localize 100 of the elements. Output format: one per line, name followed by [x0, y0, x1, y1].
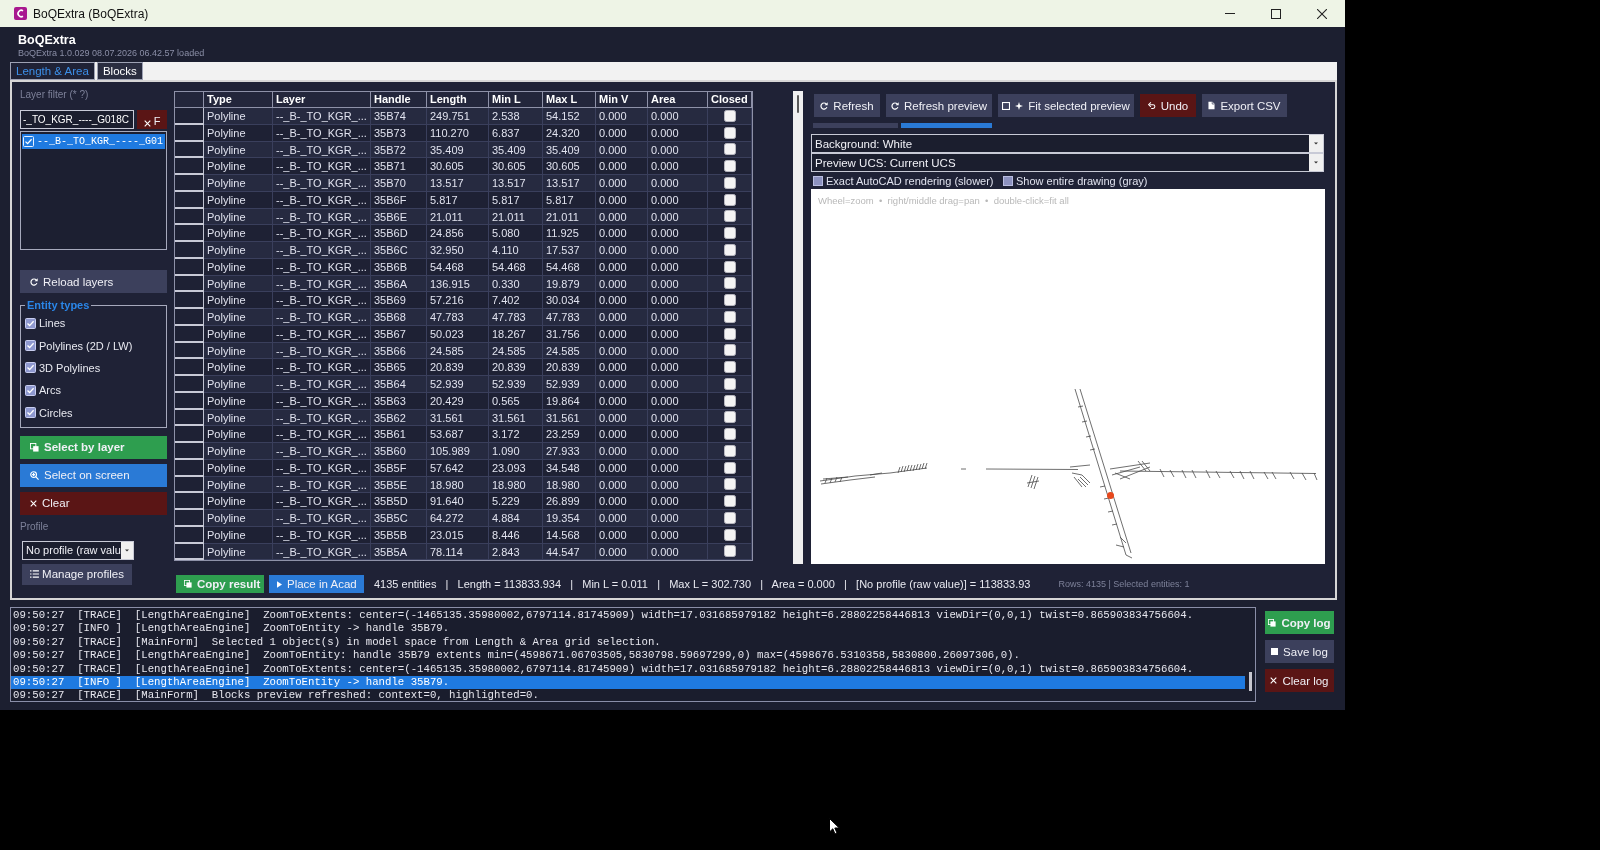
toolbar-button[interactable]: Export CSV: [1202, 94, 1287, 117]
table-cell: --_B-_TO_KGR_...: [273, 309, 371, 326]
background-dropdown[interactable]: Background: White: [811, 134, 1324, 153]
column-header[interactable]: Length: [427, 92, 489, 108]
row-header[interactable]: [175, 292, 204, 309]
scrollbar[interactable]: [793, 91, 803, 564]
table-cell: 35B5C: [371, 510, 427, 527]
close-icon: [1270, 677, 1278, 684]
checkbox[interactable]: [723, 227, 736, 240]
checkbox[interactable]: [723, 193, 736, 206]
log-line[interactable]: 09:50:27 [TRACE] [MainForm] Selected 1 object(s) in model space from Length & Area grid selection.: [11, 635, 1245, 650]
table-cell: 11.925: [543, 225, 596, 242]
checkbox[interactable]: [25, 317, 36, 329]
checkbox[interactable]: [723, 327, 736, 340]
checkbox[interactable]: [723, 143, 736, 156]
table-cell: 20.839: [543, 359, 596, 376]
table-cell: --_B-_TO_KGR_...: [273, 158, 371, 175]
log-line[interactable]: 09:50:27 [TRACE] [MainForm] Blocks preview refreshed: context=0, highlighted=0.: [11, 689, 1245, 703]
row-header[interactable]: [175, 426, 204, 443]
reload-layers-button[interactable]: Reload layers: [20, 270, 167, 293]
checkbox[interactable]: [723, 109, 736, 122]
column-header[interactable]: Min V: [596, 92, 648, 108]
row-header[interactable]: [175, 309, 204, 326]
layer-list-item[interactable]: --_B-_TO_KGR_----_G01: [22, 134, 165, 149]
column-header[interactable]: Max L: [543, 92, 596, 108]
tab[interactable]: Blocks: [96, 62, 143, 80]
tab[interactable]: Length & Area: [10, 62, 95, 80]
close-icon: [1317, 8, 1327, 19]
checkbox[interactable]: [25, 362, 36, 374]
toolbar-button[interactable]: Refresh: [814, 94, 880, 117]
row-header[interactable]: [175, 376, 204, 393]
column-header[interactable]: Handle: [371, 92, 427, 108]
checkbox[interactable]: [723, 160, 736, 173]
row-header[interactable]: [175, 510, 204, 527]
column-header[interactable]: Closed: [708, 92, 752, 108]
log-line[interactable]: 09:50:27 [TRACE] [LengthAreaEngine] ZoomToExtents: center=(-1465135.35980002,6797114.81745909) width=17.031685979182 height=6.28802258446813 viewDir=(0,0,1) twist=0.865903834756604.: [11, 609, 1245, 623]
column-header[interactable]: Layer: [273, 92, 371, 108]
checkbox[interactable]: [723, 394, 736, 407]
table-cell: 13.517: [489, 175, 543, 192]
row-header[interactable]: [175, 493, 204, 510]
checkbox[interactable]: [723, 377, 736, 390]
checkbox[interactable]: [723, 176, 736, 189]
column-header[interactable]: Area: [648, 92, 708, 108]
checkbox[interactable]: [723, 528, 736, 541]
checkbox[interactable]: [723, 545, 736, 558]
checkbox[interactable]: [723, 294, 736, 307]
checkbox[interactable]: [1003, 175, 1013, 186]
checkbox[interactable]: [25, 384, 36, 396]
table-cell: 47.783: [543, 309, 596, 326]
column-header[interactable]: Type: [204, 92, 273, 108]
checkbox[interactable]: [25, 407, 36, 419]
ucs-dropdown[interactable]: Preview UCS: Current UCS: [811, 153, 1324, 172]
checkbox[interactable]: [723, 411, 736, 424]
scrollbar-thumb[interactable]: [797, 95, 799, 113]
row-header[interactable]: [175, 158, 204, 175]
profile-dropdown[interactable]: No profile (raw valu: [22, 540, 134, 560]
scrollbar-thumb[interactable]: [1248, 672, 1252, 691]
column-header[interactable]: Min L: [489, 92, 543, 108]
checkbox[interactable]: [813, 175, 823, 186]
log-button[interactable]: Clear log: [1265, 669, 1334, 692]
row-header[interactable]: [175, 225, 204, 242]
toolbar-button[interactable]: Refresh preview: [886, 94, 992, 117]
row-header[interactable]: [175, 443, 204, 460]
layer-filter-field[interactable]: -_TO_KGR_----_G018C: [20, 110, 134, 129]
toolbar-button[interactable]: Fit selected preview: [998, 94, 1134, 117]
row-header[interactable]: [175, 242, 204, 259]
table-cell: 91.640: [427, 493, 489, 510]
checkbox[interactable]: [723, 344, 736, 357]
table-cell: Polyline: [204, 242, 273, 259]
checkbox[interactable]: [723, 126, 736, 139]
caret-down-icon: [1309, 154, 1323, 171]
manage-profiles-button[interactable]: Manage profiles: [22, 563, 132, 585]
log-line[interactable]: 09:50:27 [INFO ] [LengthAreaEngine] ZoomToEntity -> handle 35B79.: [11, 622, 1245, 636]
select-on-screen-button[interactable]: Select on screen: [20, 463, 167, 487]
row-header[interactable]: [175, 108, 204, 125]
checkbox[interactable]: [723, 511, 736, 524]
toolbar-button[interactable]: Undo: [1140, 94, 1196, 117]
checkbox[interactable]: [723, 461, 736, 474]
table-cell: Polyline: [204, 108, 273, 125]
checkbox[interactable]: [723, 361, 736, 374]
checkbox[interactable]: [723, 428, 736, 441]
result-button[interactable]: Place in Acad: [269, 575, 364, 593]
table-cell: 35B68: [371, 309, 427, 326]
checkbox[interactable]: [723, 310, 736, 323]
checkbox[interactable]: [723, 478, 736, 491]
checkbox[interactable]: [723, 277, 736, 290]
checkbox-label: Show entire drawing (gray): [1016, 174, 1148, 187]
checkbox[interactable]: [723, 495, 736, 508]
checkbox[interactable]: [723, 210, 736, 223]
clear-button[interactable]: Clear: [20, 491, 167, 515]
row-header[interactable]: [175, 359, 204, 376]
clear-filter-button[interactable]: F: [137, 110, 167, 129]
checkbox[interactable]: [25, 340, 36, 352]
log-button[interactable]: Save log: [1265, 640, 1334, 663]
checkbox[interactable]: [723, 260, 736, 273]
log-line[interactable]: 09:50:27 [TRACE] [LengthAreaEngine] ZoomToExtents: center=(-1465135.35980002,6797114.81745909) width=17.031685979182 height=6.28802258446813 viewDir=(0,0,1) twist=0.865903834756604.: [11, 662, 1245, 677]
checkbox[interactable]: [723, 243, 736, 256]
log-line[interactable]: 09:50:27 [TRACE] [LengthAreaEngine] ZoomToEntity: handle 35B79 extents min=(4598671.06703505,5830798.59697299,0) max=(4598676.5310358,5830800.26097306,0).: [11, 649, 1245, 663]
checkbox[interactable]: [723, 444, 736, 457]
row-header[interactable]: [175, 175, 204, 192]
